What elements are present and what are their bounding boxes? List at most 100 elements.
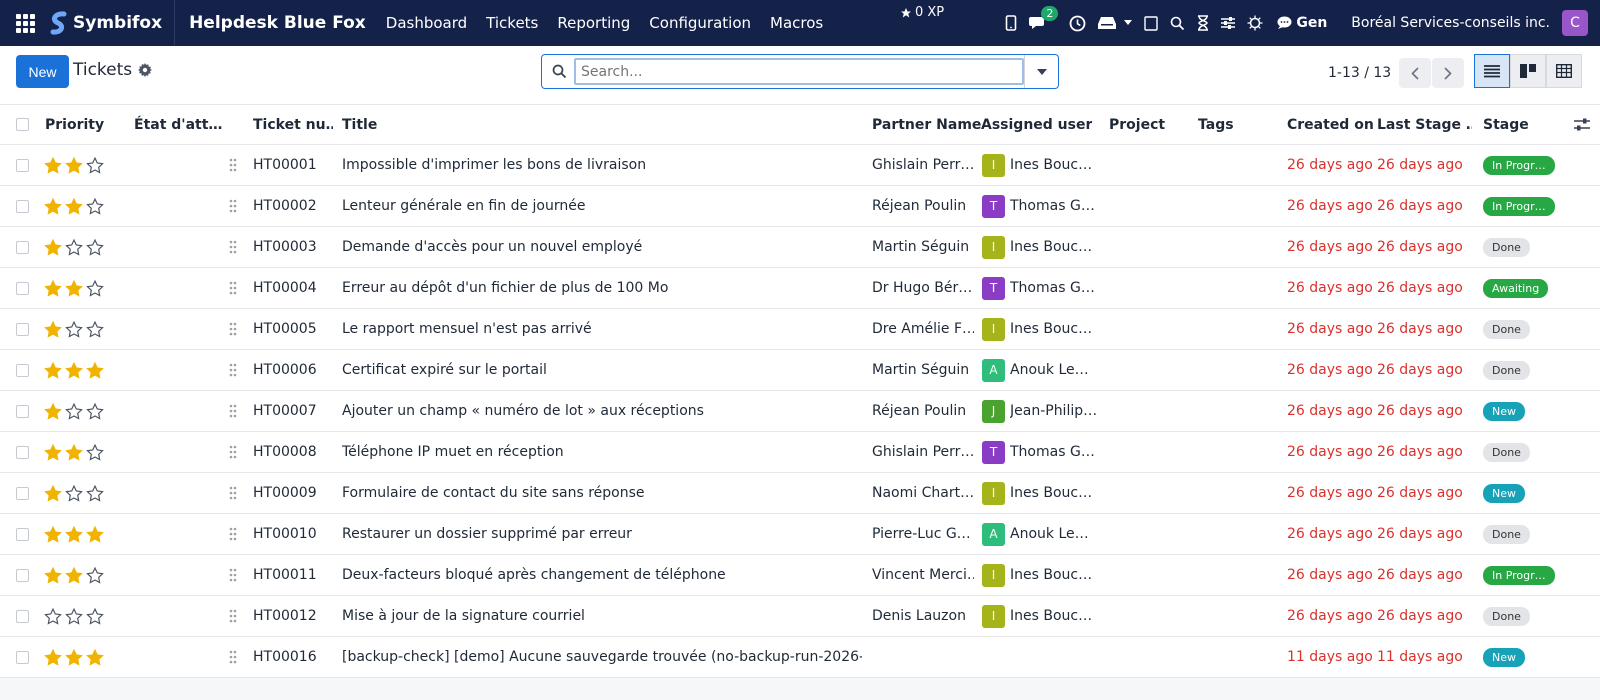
gen-chat-button[interactable]: Gen	[1277, 15, 1327, 31]
priority-star-icon[interactable]	[65, 361, 83, 379]
menu-dashboard[interactable]: Dashboard	[386, 14, 467, 32]
row-checkbox[interactable]	[16, 473, 29, 513]
app-switcher-icon[interactable]	[16, 13, 35, 33]
priority-star-icon[interactable]	[44, 361, 62, 379]
assigned-user-cell[interactable]: J Jean-Philip…	[982, 391, 1098, 431]
menu-tickets[interactable]: Tickets	[486, 14, 538, 32]
menu-reporting[interactable]: Reporting	[557, 14, 630, 32]
assigned-user-cell[interactable]: I Ines Bouch…	[982, 145, 1098, 185]
drag-handle-icon[interactable]	[229, 473, 237, 513]
caret-down-icon[interactable]	[1124, 20, 1133, 26]
priority-star-icon[interactable]	[86, 320, 104, 338]
row-checkbox[interactable]	[16, 227, 29, 267]
priority-star-icon[interactable]	[65, 320, 83, 338]
priority-star-icon[interactable]	[86, 238, 104, 256]
priority-star-icon[interactable]	[44, 279, 62, 297]
hourglass-icon[interactable]	[1197, 15, 1209, 31]
column-project[interactable]: Project	[1109, 105, 1165, 144]
drag-handle-icon[interactable]	[229, 514, 237, 554]
priority-star-icon[interactable]	[44, 648, 62, 666]
table-row[interactable]: HT00009 Formulaire de contact du site san…	[0, 473, 1600, 514]
priority-star-icon[interactable]	[65, 484, 83, 502]
row-checkbox[interactable]	[16, 309, 29, 349]
column-created-on[interactable]: Created on	[1287, 105, 1374, 144]
row-checkbox[interactable]	[16, 350, 29, 390]
sliders-icon[interactable]	[1221, 16, 1236, 30]
column-stage[interactable]: Stage	[1483, 105, 1529, 144]
gear-icon[interactable]	[138, 63, 153, 77]
assigned-user-cell[interactable]: I Ines Bouch…	[982, 309, 1098, 349]
company-switcher[interactable]: Boréal Services-conseils inc.	[1351, 15, 1550, 31]
priority-star-icon[interactable]	[65, 156, 83, 174]
priority-star-icon[interactable]	[86, 361, 104, 379]
drag-handle-icon[interactable]	[229, 186, 237, 226]
priority-star-icon[interactable]	[44, 238, 62, 256]
table-row[interactable]: HT00012 Mise à jour de la signature courr…	[0, 596, 1600, 637]
column-assigned-user[interactable]: Assigned user	[981, 105, 1092, 144]
table-row[interactable]: HT00010 Restaurer un dossier supprimé par…	[0, 514, 1600, 555]
priority-star-icon[interactable]	[65, 443, 83, 461]
drag-handle-icon[interactable]	[229, 145, 237, 185]
row-checkbox[interactable]	[16, 268, 29, 308]
row-checkbox[interactable]	[16, 555, 29, 595]
column-state[interactable]: État d'att…	[134, 105, 222, 144]
table-row[interactable]: HT00002 Lenteur générale en fin de journé…	[0, 186, 1600, 227]
drag-handle-icon[interactable]	[229, 596, 237, 636]
assigned-user-cell[interactable]: I Ines Bouch…	[982, 555, 1098, 595]
priority-star-icon[interactable]	[86, 525, 104, 543]
assigned-user-cell[interactable]: T Thomas Gir…	[982, 186, 1098, 226]
menu-configuration[interactable]: Configuration	[649, 14, 751, 32]
priority-star-icon[interactable]	[44, 566, 62, 584]
row-checkbox[interactable]	[16, 145, 29, 185]
row-checkbox[interactable]	[16, 514, 29, 554]
phone-icon[interactable]	[1005, 15, 1017, 31]
priority-star-icon[interactable]	[65, 525, 83, 543]
priority-star-icon[interactable]	[44, 197, 62, 215]
priority-star-icon[interactable]	[86, 197, 104, 215]
priority-star-icon[interactable]	[65, 402, 83, 420]
table-row[interactable]: HT00006 Certificat expiré sur le portail M…	[0, 350, 1600, 391]
menu-macros[interactable]: Macros	[770, 14, 823, 32]
priority-star-icon[interactable]	[86, 156, 104, 174]
user-avatar[interactable]: C	[1562, 10, 1588, 36]
brand-logo[interactable]: Symbifox	[49, 0, 176, 46]
priority-star-icon[interactable]	[65, 197, 83, 215]
list-view-button[interactable]	[1474, 54, 1510, 88]
kanban-view-button[interactable]	[1510, 54, 1546, 88]
table-row[interactable]: HT00001 Impossible d'imprimer les bons de…	[0, 145, 1600, 186]
drag-handle-icon[interactable]	[229, 432, 237, 472]
priority-star-icon[interactable]	[44, 607, 62, 625]
priority-star-icon[interactable]	[65, 238, 83, 256]
row-checkbox[interactable]	[16, 637, 29, 677]
priority-star-icon[interactable]	[65, 566, 83, 584]
priority-star-icon[interactable]	[44, 402, 62, 420]
assigned-user-cell[interactable]: I Ines Bouch…	[982, 596, 1098, 636]
row-checkbox[interactable]	[16, 391, 29, 431]
chat-icon[interactable]: 2	[1029, 6, 1059, 31]
table-row[interactable]: HT00011 Deux-facteurs bloqué après change…	[0, 555, 1600, 596]
new-button[interactable]: New	[16, 55, 69, 88]
priority-star-icon[interactable]	[44, 320, 62, 338]
priority-star-icon[interactable]	[44, 525, 62, 543]
table-row[interactable]: HT00008 Téléphone IP muet en réception Ghi…	[0, 432, 1600, 473]
priority-star-icon[interactable]	[65, 279, 83, 297]
select-all-checkbox[interactable]	[16, 105, 29, 144]
priority-star-icon[interactable]	[86, 607, 104, 625]
priority-star-icon[interactable]	[86, 648, 104, 666]
priority-star-icon[interactable]	[44, 484, 62, 502]
priority-star-icon[interactable]	[86, 402, 104, 420]
table-row[interactable]: HT00007 Ajouter un champ « numéro de lot …	[0, 391, 1600, 432]
table-row[interactable]: HT00016 [backup-check] [demo] Aucune sauv…	[0, 637, 1600, 678]
drag-handle-icon[interactable]	[229, 350, 237, 390]
assigned-user-cell[interactable]: I Ines Bouch…	[982, 473, 1098, 513]
drag-handle-icon[interactable]	[229, 637, 237, 677]
column-last-stage[interactable]: Last Stage …	[1377, 105, 1472, 144]
search-options-toggle[interactable]	[1024, 55, 1058, 88]
column-partner[interactable]: Partner Name	[872, 105, 981, 144]
drag-handle-icon[interactable]	[229, 227, 237, 267]
priority-star-icon[interactable]	[86, 484, 104, 502]
search-icon[interactable]	[1170, 16, 1185, 31]
priority-star-icon[interactable]	[65, 648, 83, 666]
assigned-user-cell[interactable]: T Thomas Gir…	[982, 432, 1098, 472]
priority-star-icon[interactable]	[86, 566, 104, 584]
